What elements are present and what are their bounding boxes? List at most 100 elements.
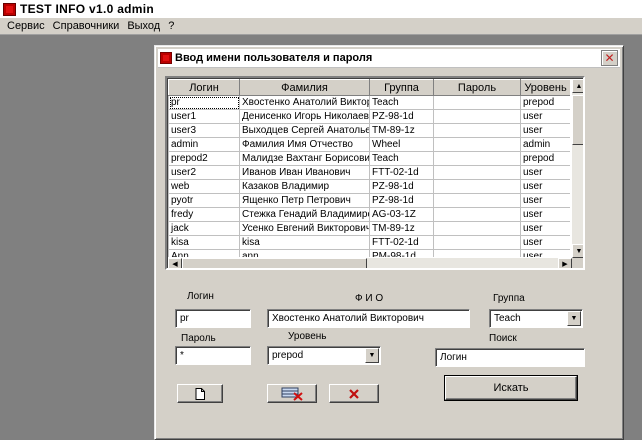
level-select[interactable]: prepod ▼: [267, 346, 381, 365]
group-select[interactable]: Teach ▼: [489, 309, 583, 328]
cell-password[interactable]: [433, 249, 521, 257]
table-row[interactable]: prepod2 Малидзе Вахтанг Борисович Teach pre…: [168, 151, 570, 166]
table-row[interactable]: user3Выходцев Сергей АнатольевичTM-89-1z…: [168, 123, 570, 138]
cell-group[interactable]: Wheel: [369, 137, 434, 152]
cell-level[interactable]: admin: [520, 137, 570, 152]
cell-surname[interactable]: Хвостенко Анатолий Викторович: [239, 95, 370, 110]
cell-surname[interactable]: Казаков Владимир: [239, 179, 370, 194]
table-row[interactable]: user2 Иванов Иван Иванович FTT-02-1d user: [168, 165, 570, 180]
cell-level[interactable]: prepod: [520, 151, 570, 166]
cell-login[interactable]: user2: [168, 165, 240, 180]
search-button[interactable]: Искать: [444, 375, 578, 401]
menu-service[interactable]: Сервис: [3, 20, 49, 32]
cell-password[interactable]: [433, 207, 521, 222]
scroll-up-icon[interactable]: ▲: [572, 79, 583, 93]
users-grid[interactable]: Логин Фамилия Группа Пароль Уровень pr Хв…: [165, 76, 585, 270]
cell-login[interactable]: fredy: [168, 207, 240, 222]
password-field[interactable]: *: [175, 346, 251, 365]
delete-record-button[interactable]: [267, 384, 317, 403]
scroll-down-icon[interactable]: ▼: [572, 244, 583, 258]
vertical-scrollbar[interactable]: ▲ ▼: [572, 79, 583, 258]
column-header-level[interactable]: Уровень: [520, 79, 570, 96]
cell-surname[interactable]: Иванов Иван Иванович: [239, 165, 370, 180]
column-header-password[interactable]: Пароль: [433, 79, 521, 96]
cell-login[interactable]: user3: [168, 123, 240, 138]
scroll-left-icon[interactable]: ◀: [168, 258, 182, 268]
cell-surname[interactable]: ann: [239, 249, 370, 257]
cell-level[interactable]: user: [520, 221, 570, 236]
cell-password[interactable]: [433, 179, 521, 194]
cell-group[interactable]: Teach: [369, 151, 434, 166]
cell-login[interactable]: admin: [168, 137, 240, 152]
table-row[interactable]: admin Фамилия Имя Отчество Wheel admin: [168, 137, 570, 152]
column-header-group[interactable]: Группа: [369, 79, 434, 96]
table-row[interactable]: kisa kisa FTT-02-1d user: [168, 235, 570, 250]
table-row[interactable]: prХвостенко Анатолий ВикторовичTeach prep…: [168, 95, 570, 110]
table-row[interactable]: fredyСтежка Генадий ВладимировичAG-03-1Z…: [168, 207, 570, 222]
cell-surname[interactable]: Усенко Евгений Викторович: [239, 221, 370, 236]
cell-password[interactable]: [433, 95, 521, 110]
search-input[interactable]: Логин: [435, 348, 585, 367]
horizontal-scroll-thumb[interactable]: [182, 258, 367, 268]
close-icon[interactable]: ✕: [601, 50, 618, 66]
cell-login[interactable]: user1: [168, 109, 240, 124]
cell-group[interactable]: AG-03-1Z: [369, 207, 434, 222]
cell-login[interactable]: pyotr: [168, 193, 240, 208]
chevron-down-icon[interactable]: ▼: [567, 311, 581, 326]
cell-group[interactable]: FTT-02-1d: [369, 165, 434, 180]
cell-password[interactable]: [433, 193, 521, 208]
cell-group[interactable]: PZ-98-1d: [369, 193, 434, 208]
cell-level[interactable]: user: [520, 165, 570, 180]
cell-login[interactable]: kisa: [168, 235, 240, 250]
cell-surname[interactable]: Ященко Петр Петрович: [239, 193, 370, 208]
cell-surname[interactable]: Стежка Генадий Владимирович: [239, 207, 370, 222]
cell-group[interactable]: FTT-02-1d: [369, 235, 434, 250]
cell-password[interactable]: [433, 221, 521, 236]
cell-login[interactable]: jack: [168, 221, 240, 236]
cell-password[interactable]: [433, 137, 521, 152]
column-header-surname[interactable]: Фамилия: [239, 79, 370, 96]
cell-password[interactable]: [433, 123, 521, 138]
cell-password[interactable]: [433, 151, 521, 166]
cell-level[interactable]: user: [520, 207, 570, 222]
cell-surname[interactable]: Фамилия Имя Отчество: [239, 137, 370, 152]
cell-group[interactable]: PZ-98-1d: [369, 179, 434, 194]
cell-level[interactable]: user: [520, 179, 570, 194]
cell-login[interactable]: web: [168, 179, 240, 194]
cell-surname[interactable]: Малидзе Вахтанг Борисович: [239, 151, 370, 166]
cell-login[interactable]: prepod2: [168, 151, 240, 166]
cell-surname[interactable]: Выходцев Сергей Анатольевич: [239, 123, 370, 138]
column-header-login[interactable]: Логин: [168, 79, 240, 96]
horizontal-scrollbar[interactable]: ◀ ▶: [168, 258, 572, 268]
cell-group[interactable]: Teach: [369, 95, 434, 110]
cell-group[interactable]: TM-89-1z: [369, 123, 434, 138]
cell-login[interactable]: Ann: [168, 249, 240, 257]
scroll-right-icon[interactable]: ▶: [558, 258, 572, 268]
cell-group[interactable]: TM-89-1z: [369, 221, 434, 236]
cell-password[interactable]: [433, 235, 521, 250]
table-row[interactable]: Ann ann PM-98-1d user: [168, 249, 570, 257]
menu-exit[interactable]: Выход: [123, 20, 164, 32]
cell-group[interactable]: PM-98-1d: [369, 249, 434, 257]
cell-level[interactable]: user: [520, 109, 570, 124]
cell-level[interactable]: user: [520, 235, 570, 250]
chevron-down-icon[interactable]: ▼: [365, 348, 379, 363]
table-row[interactable]: user1 Денисенко Игорь Николаевич PZ-98-1d u…: [168, 109, 570, 124]
login-field[interactable]: pr: [175, 309, 251, 328]
vertical-scroll-thumb[interactable]: [572, 95, 583, 145]
cell-password[interactable]: [433, 165, 521, 180]
cell-level[interactable]: user: [520, 123, 570, 138]
table-row[interactable]: jack Усенко Евгений Викторович TM-89-1z use…: [168, 221, 570, 236]
cell-surname[interactable]: Денисенко Игорь Николаевич: [239, 109, 370, 124]
new-record-button[interactable]: [177, 384, 223, 403]
table-row[interactable]: pyotr Ященко Петр Петрович PZ-98-1d user: [168, 193, 570, 208]
cell-group[interactable]: PZ-98-1d: [369, 109, 434, 124]
fio-field[interactable]: Хвостенко Анатолий Викторович: [267, 309, 470, 328]
cell-level[interactable]: user: [520, 249, 570, 257]
table-row[interactable]: web Казаков Владимир PZ-98-1d user: [168, 179, 570, 194]
menu-directories[interactable]: Справочники: [49, 20, 124, 32]
menu-help[interactable]: ?: [164, 20, 178, 32]
cell-login[interactable]: pr: [168, 95, 240, 110]
cell-level[interactable]: user: [520, 193, 570, 208]
cell-level[interactable]: prepod: [520, 95, 570, 110]
